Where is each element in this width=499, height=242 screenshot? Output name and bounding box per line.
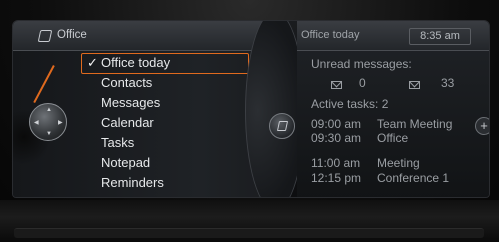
- sms-count: 33: [441, 76, 455, 90]
- dashboard-lower-trim: [0, 200, 499, 242]
- unread-messages-label: Unread messages:: [311, 57, 412, 71]
- task-time: 12:15 pm: [311, 171, 362, 185]
- knob-arrow-right-icon: ▶: [58, 120, 63, 126]
- active-tasks-label: Active tasks: 2: [311, 97, 389, 111]
- knob-arrow-left-icon: ◀: [34, 120, 39, 126]
- task-time: 09:30 am: [311, 131, 362, 145]
- envelope-icon: [331, 81, 342, 89]
- office-icon: [276, 121, 289, 131]
- task-time: 09:00 am: [311, 117, 362, 131]
- idrive-screen: Office ▲ ▼ ◀ ▶ ✓ Office today Contacts M…: [12, 20, 490, 198]
- knob-arrow-down-icon: ▼: [46, 131, 52, 137]
- menu-item-notepad[interactable]: Notepad: [101, 153, 241, 173]
- email-count: 0: [359, 76, 366, 90]
- task-label[interactable]: Team Meeting: [377, 117, 452, 131]
- controller-knob-icon[interactable]: ▲ ▼ ◀ ▶: [29, 103, 67, 141]
- menu-item-reminders[interactable]: Reminders: [101, 173, 241, 193]
- task-label[interactable]: Conference 1: [377, 171, 449, 185]
- menu-panel: Office ▲ ▼ ◀ ▶ ✓ Office today Contacts M…: [13, 21, 281, 197]
- menu-header: Office: [13, 21, 281, 51]
- office-today-panel: Office today 8:35 am Unread messages: 0 …: [297, 21, 489, 197]
- detail-header: Office today 8:35 am: [297, 21, 489, 51]
- knob-arrow-up-icon: ▲: [46, 107, 52, 113]
- office-icon: [37, 30, 53, 42]
- task-time: 11:00 am: [311, 156, 361, 170]
- menu-item-office-today[interactable]: ✓ Office today: [81, 53, 249, 74]
- submenu-toggle[interactable]: [269, 113, 295, 139]
- trim-slot: [14, 228, 484, 238]
- task-label[interactable]: Meeting: [377, 156, 420, 170]
- menu-item-messages[interactable]: Messages: [101, 93, 241, 113]
- clock: 8:35 am: [409, 28, 471, 45]
- menu-item-contacts[interactable]: Contacts: [101, 73, 241, 93]
- check-icon: ✓: [87, 55, 98, 70]
- menu-item-label: Office today: [101, 55, 171, 70]
- menu-header-title: Office: [57, 29, 87, 41]
- sms-icon: [409, 81, 420, 89]
- add-icon[interactable]: +: [475, 117, 489, 135]
- menu-item-tasks[interactable]: Tasks: [101, 133, 241, 153]
- selection-connector: [33, 65, 55, 104]
- task-label[interactable]: Office: [377, 131, 408, 145]
- detail-title: Office today: [301, 29, 360, 41]
- divider-arc: [245, 21, 305, 197]
- menu-item-calendar[interactable]: Calendar: [101, 113, 241, 133]
